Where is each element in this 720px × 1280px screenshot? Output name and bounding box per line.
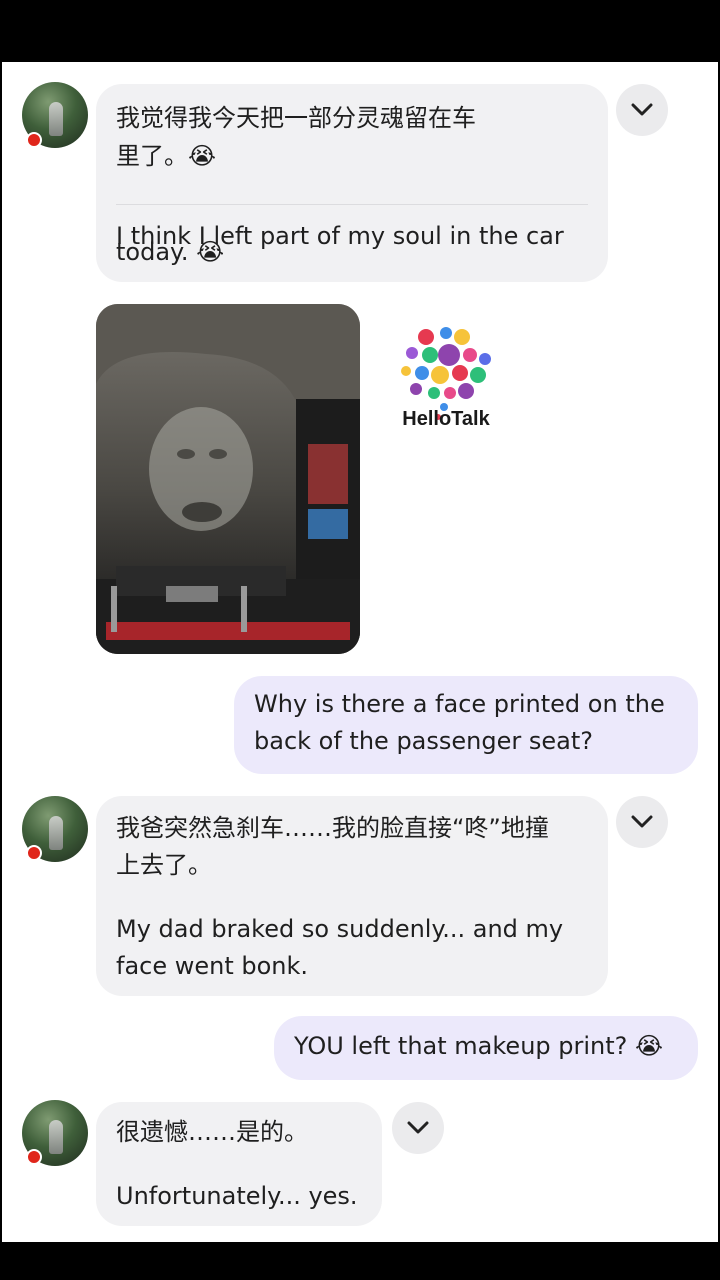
- divider: [116, 204, 588, 205]
- original-text-line: 很遗憾……是的。: [116, 1118, 308, 1146]
- message-text-line: YOU left that makeup print? 😭: [294, 1032, 664, 1060]
- expand-menu-button[interactable]: [616, 796, 668, 848]
- flag-icon: [26, 845, 42, 861]
- message-text-line: back of the passenger seat?: [254, 727, 593, 755]
- translation-text-line: Unfortunately... yes.: [116, 1182, 358, 1210]
- chat-screen: 我觉得我今天把一部分灵魂留在车 里了。😭 I think I left part…: [2, 62, 718, 1242]
- flag-icon: [26, 1149, 42, 1165]
- chevron-down-icon: [631, 815, 653, 828]
- original-text-line: 我爸突然急刹车……我的脸直接“咚”地撞: [116, 814, 549, 842]
- chevron-down-icon: [407, 1121, 429, 1134]
- original-text-line: 上去了。: [116, 851, 212, 879]
- message-bubble[interactable]: Why is there a face printed on the back …: [234, 676, 698, 774]
- hellotalk-logo-text: HelloTalk: [402, 408, 490, 430]
- translation-text-line: today. 😭: [116, 238, 225, 266]
- message-bubble[interactable]: YOU left that makeup print? 😭: [274, 1016, 698, 1080]
- photo-image: [96, 304, 360, 654]
- car-seat-photo[interactable]: [96, 304, 360, 654]
- crying-emoji-icon: 😭: [188, 142, 217, 170]
- expand-menu-button[interactable]: [392, 1102, 444, 1154]
- flag-icon: [26, 132, 42, 148]
- original-text-line: 我觉得我今天把一部分灵魂留在车: [116, 104, 476, 132]
- crying-emoji-icon: 😭: [635, 1032, 664, 1060]
- chevron-down-icon: [631, 103, 653, 116]
- message-text-line: Why is there a face printed on the: [254, 690, 665, 718]
- expand-menu-button[interactable]: [616, 84, 668, 136]
- message-bubble[interactable]: 很遗憾……是的。 Unfortunately... yes.: [96, 1102, 382, 1226]
- crying-emoji-icon: 😭: [196, 238, 225, 266]
- translation-text-line: My dad braked so suddenly... and my: [116, 915, 564, 943]
- message-bubble[interactable]: 我爸突然急刹车……我的脸直接“咚”地撞 上去了。 My dad braked s…: [96, 796, 608, 996]
- original-text-line: 里了。😭: [116, 142, 217, 170]
- translation-text-line: face went bonk.: [116, 952, 309, 980]
